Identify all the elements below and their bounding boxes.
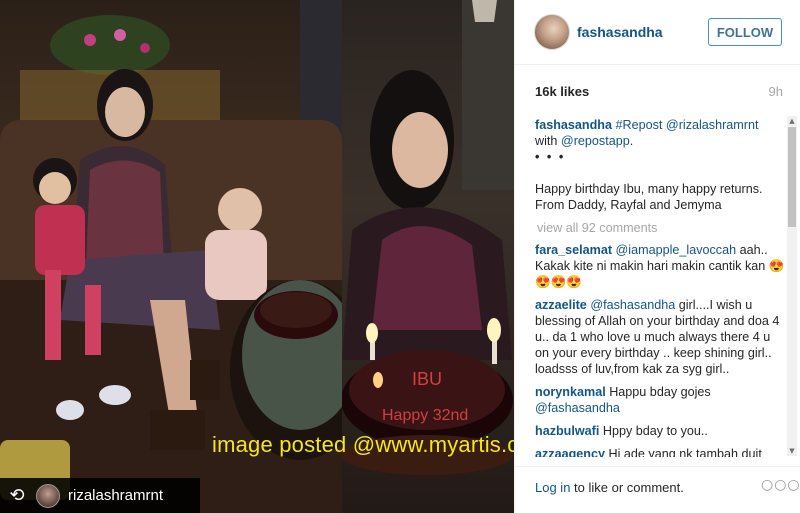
avatar[interactable] — [534, 14, 570, 50]
comment-mention[interactable]: @fashasandha — [535, 401, 620, 415]
repost-attribution-bar[interactable]: ⟲ rizalashramrnt — [0, 478, 200, 513]
comment-item: norynkamal Happu bday gojes @fashasandha — [535, 384, 785, 416]
post-timestamp[interactable]: 9h — [769, 84, 783, 99]
repost-icon: ⟲ — [9, 485, 25, 506]
login-prompt: Log in to like or comment. — [535, 480, 684, 495]
repost-username: rizalashramrnt — [68, 487, 164, 504]
comment-username[interactable]: norynkamal — [535, 385, 606, 399]
post-author-username[interactable]: fashasandha — [577, 24, 663, 40]
caption-mention-app[interactable]: @repostapp — [561, 134, 630, 148]
scrollbar-thumb[interactable] — [788, 127, 796, 227]
post-header: fashasandha FOLLOW — [515, 0, 800, 65]
view-all-comments-link[interactable]: view all 92 comments — [537, 220, 785, 236]
comment-item: fara_selamat @iamapple_lavoccah aah.. Ka… — [535, 242, 785, 290]
comment-text: Happu bday gojes — [605, 385, 711, 399]
comments-list[interactable]: fashasandha #Repost @rizalashramrnt with… — [535, 117, 785, 457]
comment-username[interactable]: fara_selamat — [535, 243, 612, 257]
login-link[interactable]: Log in — [535, 480, 570, 495]
caption-period: . — [629, 134, 634, 148]
scroll-up-arrow-icon[interactable]: ▲ — [787, 116, 797, 126]
post-photo[interactable]: ⟲ rizalashramrnt IBU Happy 32nd image po… — [0, 0, 514, 513]
comment-item: azzaagency Hi ade yang nk tambah duit po… — [535, 446, 785, 457]
repost-user-avatar — [36, 483, 60, 508]
caption: fashasandha #Repost @rizalashramrnt with… — [535, 117, 785, 213]
caption-text: with — [535, 134, 558, 148]
post-meta: 16k likes 9h — [535, 84, 783, 104]
caption-hashtag[interactable]: #Repost — [616, 118, 663, 132]
svg-text:IBU: IBU — [412, 369, 442, 389]
comment-text: Hppy bday to you.. — [599, 424, 708, 438]
comment-username[interactable]: hazbulwafi — [535, 424, 599, 438]
comment-username[interactable]: azzaagency — [535, 447, 605, 457]
svg-text:Happy 32nd: Happy 32nd — [382, 407, 468, 424]
follow-button[interactable]: FOLLOW — [708, 18, 782, 46]
caption-body: Happy birthday Ibu, many happy returns. … — [535, 182, 763, 212]
watermark-text: image posted @www.myartis.com — [212, 432, 514, 457]
comment-mention[interactable]: @fashasandha — [590, 298, 675, 312]
caption-username[interactable]: fashasandha — [535, 118, 612, 132]
comments-scrollbar[interactable]: ▲ ▼ — [787, 116, 797, 456]
comment-item: azzaelite @fashasandha girl....I wish u … — [535, 297, 785, 377]
caption-dots: • • • — [535, 150, 566, 164]
comment-mention[interactable]: @iamapple_lavoccah — [616, 243, 737, 257]
likes-count[interactable]: 16k likes — [535, 84, 589, 99]
login-prompt-text: to like or comment. — [570, 480, 684, 495]
caption-mention[interactable]: @rizalashramrnt — [666, 118, 759, 132]
scroll-down-arrow-icon[interactable]: ▼ — [787, 446, 797, 456]
more-options-icon[interactable]: ○○○ — [761, 477, 800, 493]
comment-username[interactable]: azzaelite — [535, 298, 587, 312]
comment-item: hazbulwafi Hppy bday to you.. — [535, 423, 785, 439]
post-sidebar: fashasandha FOLLOW 16k likes 9h fashasan… — [514, 0, 800, 513]
post-footer: Log in to like or comment. ○○○ — [515, 466, 800, 513]
